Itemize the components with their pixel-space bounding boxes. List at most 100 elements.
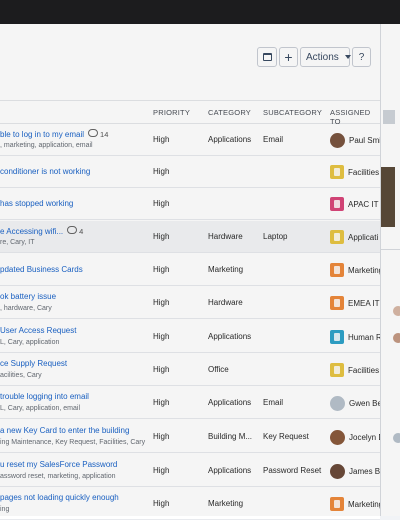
ticket-tags: assword reset, marketing, application (0, 473, 116, 480)
table-row[interactable]: ce Supply Request acilities, Cary High Offi… (0, 354, 380, 386)
table-row[interactable]: pages not loading quickly enough ing High M… (0, 488, 383, 520)
queue-icon-glyph (334, 233, 340, 241)
list-toolbar: + Actions ? (0, 24, 380, 100)
comment-icon (88, 129, 99, 137)
queue-icon (330, 230, 344, 244)
ticket-subject-link[interactable]: ce Supply Request (0, 359, 67, 368)
table-row[interactable]: conditioner is not working High Facilities (0, 156, 380, 188)
priority-cell: High (153, 499, 170, 508)
priority-cell: High (153, 199, 170, 208)
panel-photo (381, 167, 395, 227)
assigned-to-cell[interactable]: James Bla (330, 462, 386, 480)
ticket-subject-link[interactable]: pdated Business Cards (0, 265, 83, 274)
ticket-tags: ing (0, 506, 10, 513)
ticket-list-view: + Actions ? PRIORITY CATEGORY SUBCATEGOR… (0, 24, 387, 520)
table-row[interactable]: ble to log in to my email 14 , marketing, … (0, 124, 383, 156)
priority-cell: High (153, 466, 170, 475)
ticket-subject-link[interactable]: trouble logging into email (0, 392, 89, 401)
queue-icon (330, 263, 344, 277)
ticket-subject-link[interactable]: ok battery issue (0, 292, 56, 301)
table-row[interactable]: ok battery issue , hardware, Cary High Hard… (0, 287, 387, 319)
queue-icon-glyph (334, 266, 340, 274)
assigned-to-cell[interactable]: Gwen Be (330, 394, 382, 412)
priority-cell: High (153, 398, 170, 407)
table-row[interactable]: User Access Request L, Cary, application H… (0, 321, 382, 353)
panel-avatar-2 (393, 306, 400, 316)
assignee-name: Facilities (348, 365, 380, 375)
category-cell: Hardware (208, 298, 243, 307)
category-cell: Building M... (208, 432, 253, 441)
priority-cell: High (153, 332, 170, 341)
queue-icon (330, 497, 344, 511)
subcategory-cell: Password Reset (263, 466, 322, 475)
assigned-to-cell[interactable]: Applicati (330, 228, 378, 246)
assigned-to-cell[interactable]: Jocelyn D (330, 428, 384, 446)
category-cell: Hardware (208, 232, 243, 241)
ticket-tags: re, Cary, IT (0, 239, 35, 246)
help-button[interactable]: ? (352, 47, 371, 67)
priority-cell: High (153, 265, 170, 274)
ticket-subject-link[interactable]: ble to log in to my email 14 (0, 129, 108, 139)
assigned-to-cell[interactable]: Facilities (330, 163, 379, 181)
queue-icon (330, 165, 344, 179)
user-avatar (330, 395, 345, 411)
queue-icon (330, 363, 344, 377)
actions-label: Actions (306, 51, 339, 63)
ticket-subject-link[interactable]: conditioner is not working (0, 167, 90, 176)
assignee-name: Gwen Be (349, 398, 382, 408)
priority-cell: High (153, 365, 170, 374)
assignee-name: Marketing (348, 499, 384, 509)
ticket-subject-text: pages not loading quickly enough (0, 493, 119, 502)
queue-icon-glyph (334, 366, 340, 374)
assignee-name: Paul Smit (349, 135, 384, 145)
table-row[interactable]: a new Key Card to enter the building ing … (0, 421, 384, 453)
table-row[interactable]: e Accessing wifi... 4 re, Cary, IT High Hard… (0, 221, 380, 253)
ticket-subject-link[interactable]: has stopped working (0, 199, 73, 208)
user-avatar (330, 429, 345, 445)
column-priority[interactable]: PRIORITY (153, 108, 190, 117)
ticket-subject-link[interactable]: u reset my SalesForce Password (0, 460, 117, 469)
ticket-subject-link[interactable]: e Accessing wifi... 4 (0, 226, 83, 236)
assigned-to-cell[interactable]: Facilities (330, 361, 379, 379)
column-subcategory[interactable]: SUBCATEGORY (263, 108, 322, 117)
ticket-tags: , hardware, Cary (0, 305, 52, 312)
subcategory-cell: Laptop (263, 232, 288, 241)
panel-avatar (383, 110, 395, 124)
user-avatar (330, 463, 345, 479)
help-label: ? (358, 51, 365, 63)
panel-avatar-4 (393, 433, 400, 443)
ticket-tags: L, Cary, application (0, 339, 60, 346)
assignee-name: Human R (348, 332, 382, 342)
column-category[interactable]: CATEGORY (208, 108, 251, 117)
assigned-to-cell[interactable]: Paul Smit (330, 131, 383, 149)
ticket-subject-text: u reset my SalesForce Password (0, 460, 118, 469)
table-row[interactable]: u reset my SalesForce Password assword re… (0, 455, 386, 487)
queue-icon (330, 197, 344, 211)
ticket-subject-link[interactable]: User Access Request (0, 326, 76, 335)
table-row[interactable]: pdated Business Cards High Marketing Market… (0, 254, 383, 286)
ticket-subject-link[interactable]: a new Key Card to enter the building (0, 426, 129, 435)
plus-icon: + (284, 49, 293, 65)
calendar-view-button[interactable] (257, 47, 277, 67)
priority-cell: High (153, 432, 170, 441)
assigned-to-cell[interactable]: Marketing (330, 495, 383, 513)
assignee-name: Jocelyn D (349, 432, 385, 442)
assigned-to-cell[interactable]: APAC IT A (330, 195, 386, 213)
category-cell: Marketing (208, 499, 244, 508)
priority-cell: High (153, 135, 170, 144)
panel-divider (381, 249, 400, 250)
table-header: PRIORITY CATEGORY SUBCATEGORY ASSIGNED T… (0, 100, 380, 126)
table-row[interactable]: trouble logging into email L, Cary, appli… (0, 387, 382, 419)
ticket-subject-text: conditioner is not working (0, 167, 91, 176)
add-button[interactable]: + (279, 47, 298, 67)
assigned-to-cell[interactable]: Marketing (330, 261, 383, 279)
table-row[interactable]: has stopped working High APAC IT A (0, 188, 386, 220)
queue-icon-glyph (334, 299, 340, 307)
actions-dropdown[interactable]: Actions (300, 47, 351, 67)
subcategory-cell: Email (263, 135, 284, 144)
assigned-to-cell[interactable]: EMEA IT A (330, 294, 387, 312)
comment-count-value: 14 (100, 130, 109, 139)
ticket-subject-text: trouble logging into email (0, 392, 89, 401)
assigned-to-cell[interactable]: Human R (330, 328, 382, 346)
ticket-subject-link[interactable]: pages not loading quickly enough (0, 493, 119, 502)
